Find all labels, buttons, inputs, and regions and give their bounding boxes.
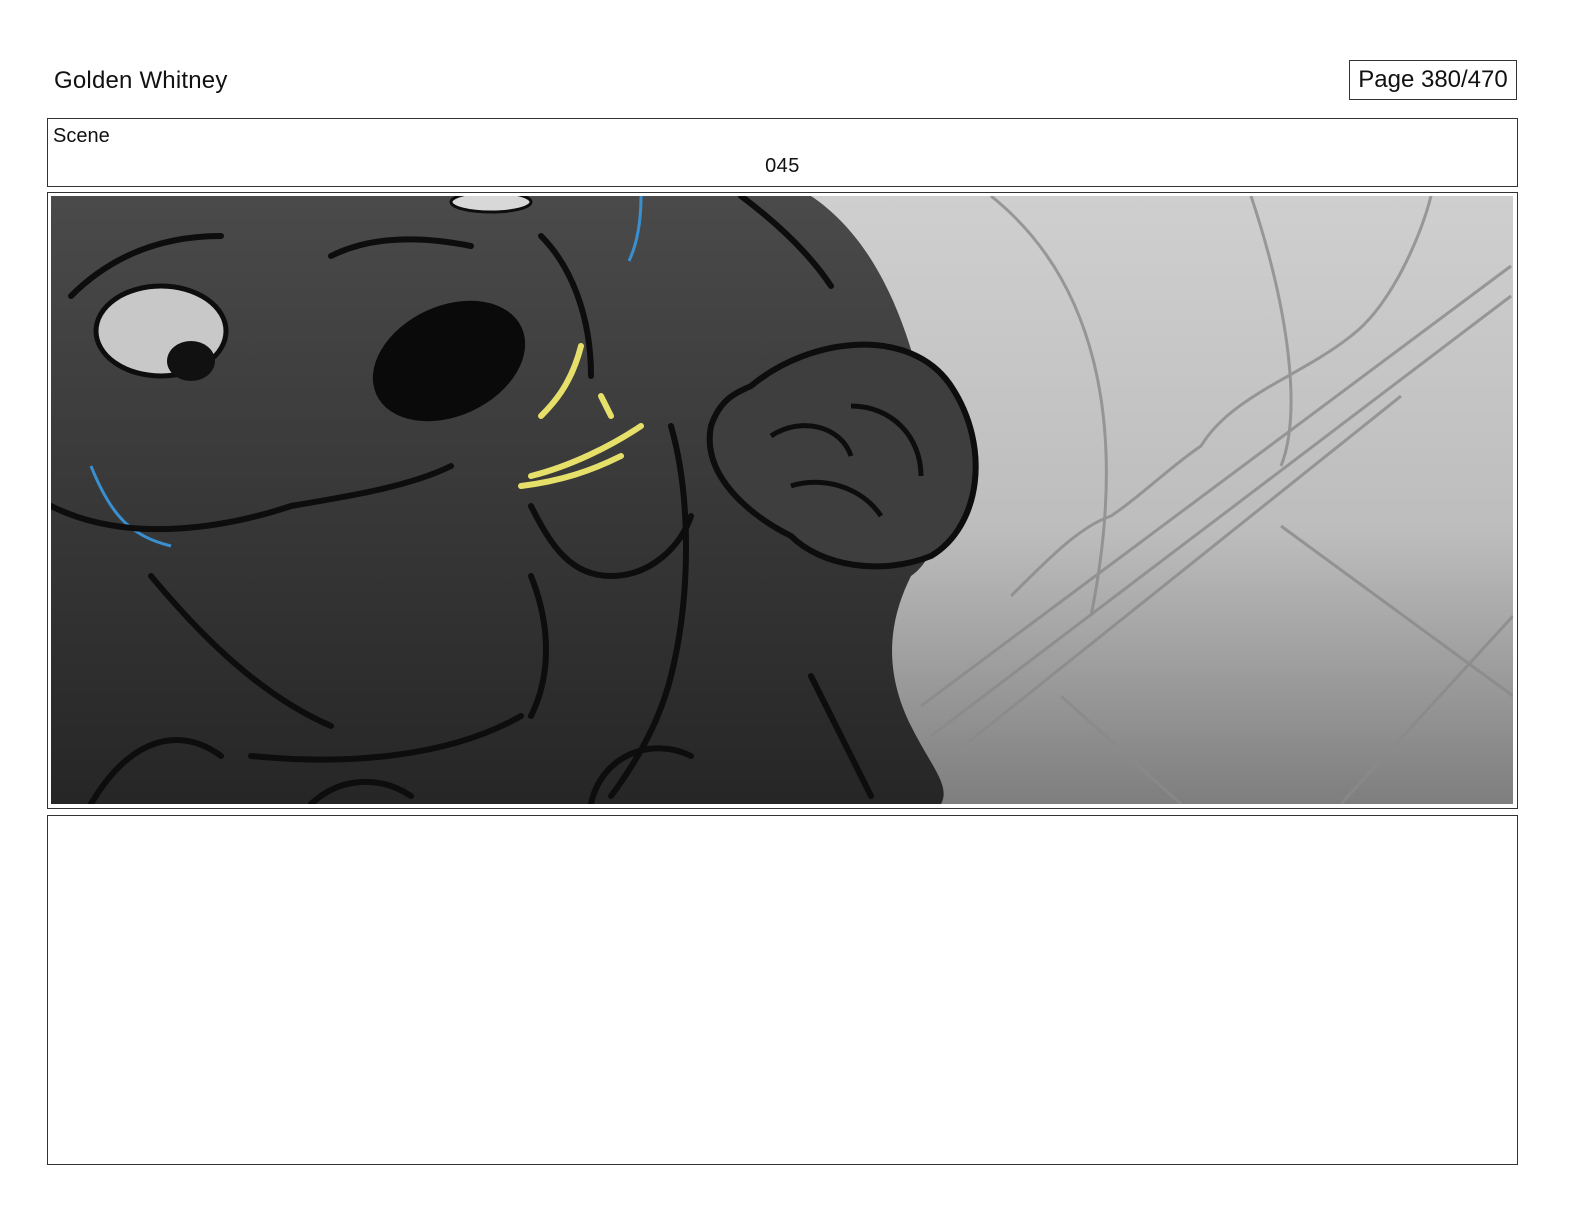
- page-indicator: Page 380/470: [1349, 60, 1517, 100]
- project-title: Golden Whitney: [54, 67, 228, 94]
- scene-box: Scene 045: [47, 118, 1518, 187]
- panel-frame: [47, 192, 1518, 809]
- scene-number: 045: [765, 155, 800, 177]
- storyboard-sketch-image: [51, 196, 1513, 804]
- notes-box: [47, 815, 1518, 1165]
- scene-label: Scene: [53, 125, 110, 147]
